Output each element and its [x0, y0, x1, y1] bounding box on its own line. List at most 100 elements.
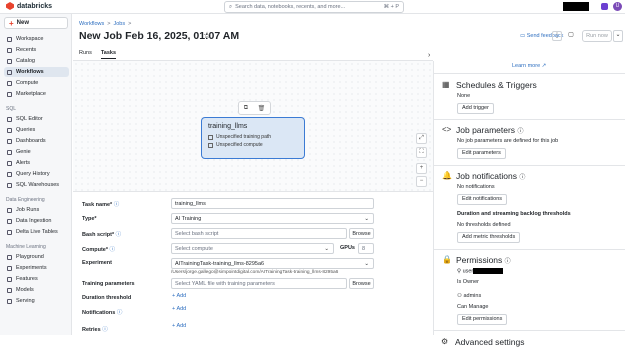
node-toolbar: ⧉ 🗑	[238, 101, 271, 115]
sidebar-item-sql-editor[interactable]: SQL Editor	[4, 114, 69, 124]
sidebar-item-icon	[7, 218, 12, 224]
notifications-label-text: Notifications	[82, 310, 116, 316]
browse-params-button[interactable]: Browse	[349, 278, 374, 289]
breadcrumb-workflows[interactable]: Workflows	[79, 21, 104, 27]
sidebar-item-label: Alerts	[16, 160, 31, 166]
chevron-down-icon: ⌄	[364, 260, 369, 267]
sidebar-item-models[interactable]: Models	[4, 285, 69, 295]
task-name-input[interactable]: training_llms	[171, 198, 374, 209]
notifications-label: Notifications ⓘ	[82, 308, 122, 316]
browse-bash-button[interactable]: Browse	[349, 228, 374, 239]
copy-icon[interactable]: ▢	[566, 31, 576, 41]
sidebar-item-label: Delta Live Tables	[16, 229, 58, 235]
sidebar-item-label: Genie	[16, 149, 31, 155]
sidebar-item-icon	[7, 47, 12, 53]
page-title[interactable]: New Job Feb 16, 2025, 01:07 AM	[79, 30, 239, 42]
learn-more-link[interactable]: Learn more ↗	[512, 63, 546, 69]
type-select[interactable]: AI Training ⌄	[171, 213, 374, 224]
tab-tasks[interactable]: Tasks	[100, 50, 117, 59]
sidebar-item-serving[interactable]: Serving	[4, 296, 69, 306]
sidebar-item-experiments[interactable]: Experiments	[4, 263, 69, 273]
sidebar-item-catalog[interactable]: Catalog	[4, 56, 69, 66]
bash-script-input[interactable]: Select bash script	[171, 228, 347, 239]
sidebar-item-genie[interactable]: Genie	[4, 147, 69, 157]
edit-notifications-button[interactable]: Edit notifications	[457, 194, 508, 205]
fullscreen-icon[interactable]: ⛶	[416, 147, 427, 158]
compute-select[interactable]: Select compute ⌄	[171, 243, 334, 254]
task-node[interactable]: training_llms Unspecified training path …	[201, 117, 305, 159]
experiment-path: /Users/jorge.gallego@simpointdigital.com…	[171, 270, 339, 275]
run-now-button[interactable]: Run now	[582, 30, 612, 42]
duplicate-task-icon[interactable]: ⧉	[244, 105, 248, 112]
training-params-input[interactable]: Select YAML file with training parameter…	[171, 278, 347, 289]
retries-label-text: Retries	[82, 327, 101, 333]
sidebar-item-data-ingestion[interactable]: Data Ingestion	[4, 216, 69, 226]
sidebar-item-queries[interactable]: Queries	[4, 125, 69, 135]
sidebar-item-label: Workspace	[16, 36, 44, 42]
add-notification-button[interactable]: + Add	[172, 306, 186, 312]
sidebar-item-features[interactable]: Features	[4, 274, 69, 284]
sidebar-item-icon	[7, 265, 12, 271]
info-icon[interactable]: ⓘ	[517, 129, 523, 135]
add-duration-button[interactable]: + Add	[172, 293, 186, 299]
info-icon[interactable]: ⓘ	[110, 247, 116, 253]
add-retry-button[interactable]: + Add	[172, 323, 186, 329]
more-menu-icon[interactable]: ⋮	[552, 31, 562, 41]
apps-icon[interactable]	[601, 3, 608, 10]
sidebar-item-icon	[7, 36, 12, 42]
task-graph-canvas[interactable]: ⧉ 🗑 training_llms Unspecified training p…	[73, 61, 433, 191]
info-icon[interactable]: ⓘ	[114, 202, 120, 208]
plus-icon: +	[9, 18, 14, 28]
info-icon[interactable]: ⓘ	[505, 259, 511, 265]
breadcrumb-jobs[interactable]: Jobs	[113, 21, 125, 27]
sidebar-item-icon	[7, 287, 12, 293]
databricks-logo[interactable]: databricks	[6, 2, 52, 10]
sidebar-item-workflows[interactable]: Workflows	[4, 67, 69, 77]
advanced-settings-title[interactable]: Advanced settings	[455, 337, 524, 347]
fit-view-icon[interactable]: ⤢	[416, 133, 427, 144]
sidebar-item-icon	[7, 58, 12, 64]
task-name-label-text: Task name*	[82, 202, 113, 208]
sidebar-item-alerts[interactable]: Alerts	[4, 158, 69, 168]
user-prefix: user	[462, 268, 474, 275]
search-placeholder: Search data, notebooks, recents, and mor…	[235, 4, 346, 10]
sidebar-item-dashboards[interactable]: Dashboards	[4, 136, 69, 146]
new-button[interactable]: + New	[4, 17, 68, 29]
gpus-select[interactable]: 8	[358, 243, 374, 254]
sidebar-item-label: Compute	[16, 80, 39, 86]
edit-permissions-button[interactable]: Edit permissions	[457, 314, 508, 325]
info-icon[interactable]: ⓘ	[116, 232, 122, 238]
search-input[interactable]: ⌕ Search data, notebooks, recents, and mo…	[224, 1, 404, 13]
star-icon[interactable]: ☆	[203, 30, 211, 41]
breadcrumb: Workflows > Jobs >	[79, 21, 132, 27]
zoom-in-icon[interactable]: +	[416, 163, 427, 174]
code-icon: <>	[442, 125, 452, 134]
delete-task-icon[interactable]: 🗑	[258, 105, 266, 112]
info-icon[interactable]: ⓘ	[519, 175, 525, 181]
add-metric-thresholds-button[interactable]: Add metric thresholds	[457, 232, 521, 243]
sidebar-item-sql-warehouses[interactable]: SQL Warehouses	[4, 180, 69, 190]
sidebar-item-delta-live-tables[interactable]: Delta Live Tables	[4, 227, 69, 237]
collapse-panel-icon[interactable]: ›	[428, 52, 430, 59]
edit-parameters-button[interactable]: Edit parameters	[457, 148, 506, 159]
sidebar-item-query-history[interactable]: Query History	[4, 169, 69, 179]
zoom-out-icon[interactable]: −	[416, 176, 427, 187]
info-icon[interactable]: ⓘ	[102, 327, 108, 333]
type-value: AI Training	[175, 215, 202, 222]
info-icon[interactable]: ⓘ	[117, 310, 123, 316]
run-dropdown-chevron-icon[interactable]: ⌄	[613, 30, 623, 42]
sidebar-item-job-runs[interactable]: Job Runs	[4, 205, 69, 215]
user-avatar[interactable]: U	[613, 2, 622, 11]
sidebar-item-marketplace[interactable]: Marketplace	[4, 89, 69, 99]
sidebar-item-icon	[7, 91, 12, 97]
sidebar-item-workspace[interactable]: Workspace	[4, 34, 69, 44]
sidebar-item-compute[interactable]: Compute	[4, 78, 69, 88]
sidebar-item-label: Recents	[16, 47, 37, 53]
task-node-path-label: Unspecified training path	[216, 134, 272, 140]
experiment-select[interactable]: AITrainingTask-training_llms-8295a6 ⌄	[171, 258, 374, 269]
sidebar-item-playground[interactable]: Playground	[4, 252, 69, 262]
tab-runs[interactable]: Runs	[79, 50, 92, 59]
type-label: Type*	[82, 216, 97, 222]
sidebar-item-recents[interactable]: Recents	[4, 45, 69, 55]
add-trigger-button[interactable]: Add trigger	[457, 103, 494, 114]
